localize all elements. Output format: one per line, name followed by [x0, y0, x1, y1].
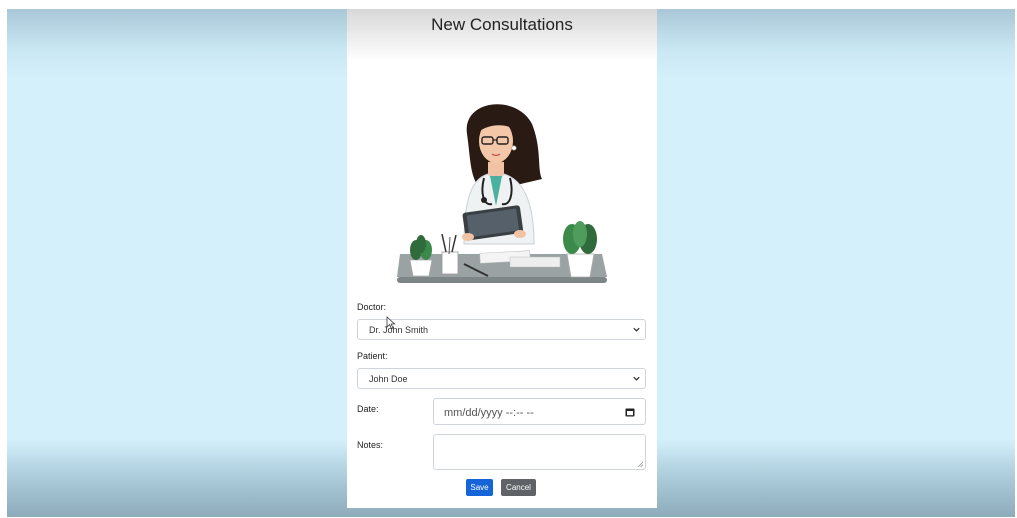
consultation-form-panel: New Consultations Doctor: Dr. John Smith… — [347, 9, 657, 508]
mouse-cursor-icon — [386, 316, 396, 330]
date-label: Date: — [357, 404, 379, 414]
doctor-select[interactable]: Dr. John Smith — [357, 319, 646, 340]
patient-select[interactable]: John Doe — [357, 368, 646, 389]
doctor-select-value: Dr. John Smith — [369, 325, 429, 335]
save-button[interactable]: Save — [466, 479, 493, 496]
chevron-down-icon — [633, 327, 640, 332]
page-title: New Consultations — [431, 15, 573, 34]
date-input-placeholder: mm/dd/yyyy --:-- -- — [444, 407, 534, 419]
notes-label: Notes: — [357, 440, 384, 450]
doctor-label: Doctor: — [357, 302, 387, 312]
calendar-icon[interactable] — [625, 407, 635, 417]
notes-textarea[interactable] — [433, 434, 646, 470]
doctor-illustration — [397, 104, 607, 283]
patient-label: Patient: — [357, 351, 388, 361]
chevron-down-icon — [633, 376, 640, 381]
patient-select-value: John Doe — [369, 374, 408, 384]
cancel-button[interactable]: Cancel — [501, 479, 536, 496]
resize-grip-icon[interactable] — [637, 461, 643, 467]
date-input[interactable]: mm/dd/yyyy --:-- -- — [433, 398, 646, 425]
